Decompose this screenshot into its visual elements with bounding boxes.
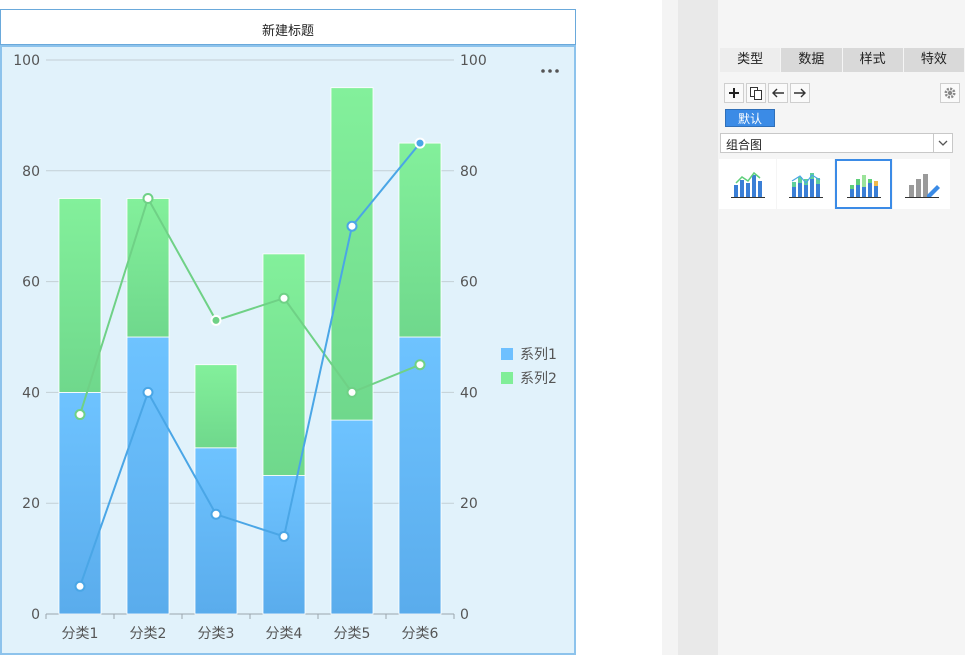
line-point [74, 409, 86, 421]
line-point [210, 508, 222, 520]
panel-tabs: 类型 数据 样式 特效 [720, 48, 965, 72]
x-tick-label: 分类4 [266, 626, 303, 642]
stacked-bar-combo-icon[interactable] [835, 159, 892, 209]
y-tick-label: 100 [13, 53, 40, 69]
y2-tick-label: 80 [460, 164, 478, 180]
bar-series2 [194, 364, 238, 449]
ellipsis-icon [555, 69, 559, 73]
y-tick-label: 60 [22, 275, 40, 291]
bar-series1 [58, 391, 102, 615]
property-panel: 类型 数据 样式 特效 默认 组合图 [718, 0, 965, 655]
line-point [278, 292, 290, 304]
legend-label: 系列2 [520, 371, 557, 387]
bar-series2 [262, 253, 306, 476]
splitter[interactable] [662, 0, 678, 655]
y2-tick-label: 100 [460, 53, 487, 69]
bar-edit-icon[interactable] [893, 159, 950, 209]
chart-thumbnails [719, 159, 953, 209]
bar-series1 [398, 336, 442, 615]
line-point [346, 386, 358, 398]
line-point [142, 193, 154, 204]
line-point [210, 314, 222, 326]
bar-series1 [330, 419, 374, 615]
arrow-right-icon[interactable] [790, 83, 810, 103]
bar-series2 [398, 142, 442, 338]
line-point [278, 530, 290, 542]
default-series-chip[interactable]: 默认 [725, 109, 775, 127]
scroll-gutter [678, 0, 718, 655]
stacked-bar-line-icon[interactable] [777, 159, 834, 209]
bar-series1 [194, 447, 238, 615]
chevron-down-icon[interactable] [933, 134, 952, 152]
line-point [142, 386, 154, 398]
bar-series1 [126, 336, 170, 615]
ellipsis-icon [541, 69, 545, 73]
tab-type[interactable]: 类型 [720, 48, 782, 72]
x-tick-label: 分类6 [402, 626, 439, 642]
gear-icon[interactable] [940, 83, 960, 103]
y-tick-label: 40 [22, 385, 40, 401]
legend-label: 系列1 [520, 347, 557, 363]
line-point [74, 580, 86, 592]
bar-series2 [126, 198, 170, 338]
arrow-left-icon[interactable] [768, 83, 788, 103]
bar-line-icon[interactable] [719, 159, 776, 209]
y-tick-label: 80 [22, 164, 40, 180]
y-tick-label: 20 [22, 496, 40, 512]
chart-title: 新建标题 [261, 24, 314, 39]
bar-series1 [262, 475, 306, 615]
bar-series2 [58, 198, 102, 393]
y2-tick-label: 40 [460, 385, 478, 401]
ellipsis-icon [548, 69, 552, 73]
y2-tick-label: 0 [460, 607, 469, 623]
line-point [346, 220, 358, 232]
x-tick-label: 分类1 [62, 626, 99, 642]
tab-effects[interactable]: 特效 [903, 48, 965, 72]
combo-chart: 0 0 20 20 40 40 60 60 80 80 100 100 分类1 分类2 分类3 分类4 分类5 分… [13, 53, 559, 642]
line-point [414, 137, 426, 149]
y2-tick-label: 60 [460, 275, 478, 291]
line-point [414, 359, 426, 371]
y2-tick-label: 20 [460, 496, 478, 512]
x-tick-label: 分类5 [334, 626, 371, 642]
x-tick-label: 分类2 [130, 626, 167, 642]
legend-swatch [501, 372, 513, 384]
tab-data[interactable]: 数据 [781, 48, 843, 72]
legend-swatch [501, 348, 513, 360]
tab-style[interactable]: 样式 [842, 48, 904, 72]
copy-icon[interactable] [746, 83, 766, 103]
chart-type-select[interactable]: 组合图 [720, 133, 953, 153]
plus-icon[interactable] [724, 83, 744, 103]
y-tick-label: 0 [31, 607, 40, 623]
x-tick-label: 分类3 [198, 626, 235, 642]
bar-series2 [330, 87, 374, 421]
chart-area[interactable]: 0 0 20 20 40 40 60 60 80 80 100 100 分类1 分类2 分类3 分类4 分类5 分… [0, 45, 576, 655]
canvas-gap [576, 0, 662, 655]
chart-type-value: 组合图 [726, 138, 763, 152]
chart-title-bar[interactable]: 新建标题 [0, 9, 576, 45]
series-toolbar [724, 83, 810, 103]
